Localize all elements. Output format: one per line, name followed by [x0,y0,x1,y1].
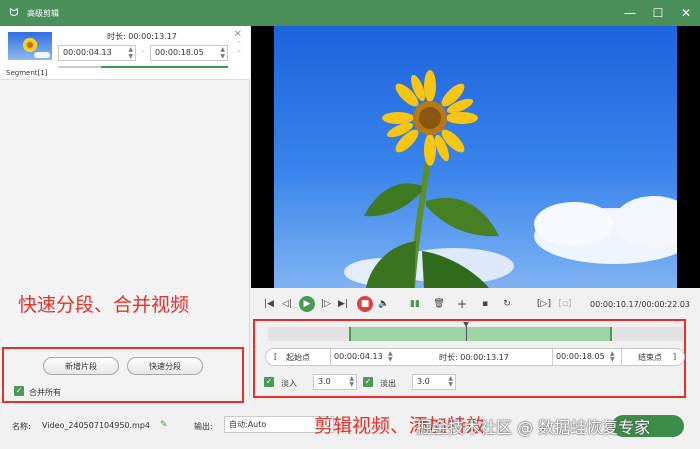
timeline-track[interactable] [268,322,683,341]
trim-row: [ 起始点 00:00:04.13 ▲ ▼ 时长: 00:00:13.17 00:… [265,348,685,366]
app-logo-icon: ᗢ [9,6,19,19]
segment-end-field[interactable]: 00:00:18.05 ▲ ▼ [150,45,228,61]
segment-progress [58,66,228,68]
fade-out-spinner-icon[interactable]: ▲ ▼ [448,376,453,388]
delete-icon[interactable]: 🗑 [431,296,447,312]
start-spinner-icon[interactable]: ▲ ▼ [388,351,393,363]
add-icon[interactable]: + [454,296,470,312]
copy-icon[interactable]: ▪ [477,296,493,312]
window-controls: — ☐ ✕ [616,0,700,26]
spinner-icon[interactable]: ▲ ▼ [220,46,225,60]
mark-out-icon[interactable]: [▫] [557,296,573,312]
segment-start-field[interactable]: 00:00:04.13 ▲ ▼ [58,45,136,61]
maximize-button[interactable]: ☐ [644,0,672,26]
selected-range[interactable] [349,327,612,341]
set-start-button[interactable]: 起始点 [286,352,310,363]
mark-in-icon[interactable]: [▷] [536,296,552,312]
segment-duration: 时长: 00:00:13.17 [107,32,177,41]
split-icon[interactable]: ▮▮ [407,296,423,312]
segment-dash: - [142,47,145,56]
go-start-icon[interactable]: |◀ [261,296,277,312]
remove-segment-icon[interactable]: ✕ [234,29,242,40]
fade-in-checkbox[interactable]: ✓ [264,377,274,387]
fade-out-value: 3.0 [417,377,430,386]
segment-card[interactable]: 时长: 00:00:13.17 00:00:04.13 ▲ ▼ - 00:00:1… [0,26,250,80]
set-end-button[interactable]: 结束点 [638,352,662,363]
trim-duration: 时长: 00:00:13.17 [439,353,509,362]
segment-panel: 时长: 00:00:13.17 00:00:04.13 ▲ ▼ - 00:00:1… [0,26,250,396]
watermark: 掘金技术社区 @ 数据蛙恢复专家 [416,418,651,437]
rotate-icon[interactable]: ↻ [499,296,515,312]
right-bracket: ] [673,352,677,361]
video-frame [274,26,677,288]
window-title: 高级剪辑 [27,8,59,18]
fade-out-field[interactable]: 3.0 ▲ ▼ [412,374,456,390]
close-button[interactable]: ✕ [672,0,700,26]
minimize-button[interactable]: — [616,0,644,26]
prev-frame-icon[interactable]: ◁| [279,296,295,312]
annotation-left: 快速分段、合并视频 [18,294,190,316]
merge-all-checkbox[interactable]: ✓ [14,386,24,396]
playback-controls: |◀ ◁| ▶ |▷ ▶| ■ 🔈 ▮▮ 🗑 + ▪ ↻ [▷] [▫] 00:… [251,290,700,318]
start-time-value[interactable]: 00:00:04.13 [334,352,383,361]
segment-label: Segment[1] [6,69,48,77]
video-preview[interactable] [251,26,700,288]
edit-name-icon[interactable]: ✎ [160,420,168,430]
fade-in-label: 淡入 [281,379,297,388]
reorder-icon[interactable]: ⌃ ⌄ [236,41,242,54]
output-label: 输出: [194,422,213,431]
title-bar: ᗢ 高级剪辑 — ☐ ✕ [0,0,700,26]
fade-in-spinner-icon[interactable]: ▲ ▼ [349,376,354,388]
segment-end-value: 00:00:18.05 [155,48,204,57]
playback-timecode: 00:00:10.17/00:00:22.03 [590,300,690,309]
new-segment-button[interactable]: 新增片段 [43,357,119,375]
fade-out-checkbox[interactable]: ✓ [363,377,373,387]
quick-split-button[interactable]: 快速分段 [127,357,203,375]
fade-in-field[interactable]: 3.0 ▲ ▼ [313,374,357,390]
stop-button[interactable]: ■ [357,296,373,312]
go-end-icon[interactable]: ▶| [335,296,351,312]
segment-thumbnail[interactable] [8,32,52,60]
end-spinner-icon[interactable]: ▲ ▼ [610,351,615,363]
segment-start-value: 00:00:04.13 [63,48,112,57]
end-time-value[interactable]: 00:00:18.05 [556,352,605,361]
fade-out-label: 淡出 [380,379,396,388]
playhead[interactable] [463,322,469,341]
left-bracket: [ [274,352,278,361]
fade-in-value: 3.0 [318,377,331,386]
sunflower-image [344,70,677,288]
next-frame-icon[interactable]: |▷ [318,296,334,312]
volume-icon[interactable]: 🔈 [376,296,392,312]
play-button[interactable]: ▶ [299,296,315,312]
file-name: Video_240507104950.mp4 [42,421,150,430]
spinner-icon[interactable]: ▲ ▼ [128,46,133,60]
name-label: 名称: [12,422,31,431]
merge-all-label: 合并所有 [29,388,61,397]
